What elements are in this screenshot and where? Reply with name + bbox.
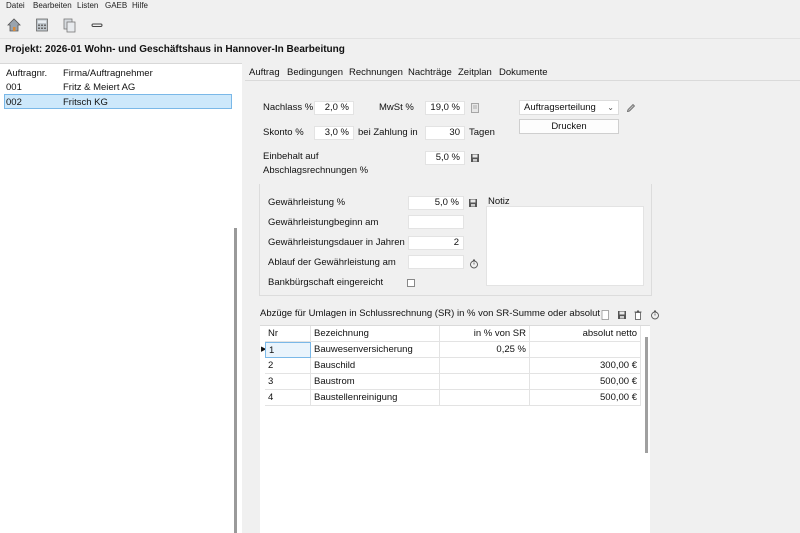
nachlass-label: Nachlass % [263, 102, 314, 113]
table-cell-nr[interactable]: 4 [265, 390, 311, 406]
zahlung-input[interactable]: 30 [425, 126, 465, 140]
drucken-button[interactable]: Drucken [519, 119, 619, 134]
tab-divider [245, 80, 800, 81]
document-icon[interactable] [470, 103, 480, 113]
mwst-input[interactable]: 19,0 % [425, 101, 465, 115]
tage-label: Tagen [469, 127, 495, 138]
warranty-group-border [259, 184, 260, 296]
table-cell-bezeichnung[interactable]: Baustellenreinigung [311, 390, 440, 406]
beginn-label: Gewährleistungbeginn am [268, 217, 379, 228]
bankbuergschaft-label: Bankbürgschaft eingereicht [268, 277, 384, 288]
ablauf-input[interactable] [408, 255, 464, 269]
menu-bearbeiten[interactable]: Bearbeiten [33, 1, 72, 10]
contractor-nr: 001 [6, 82, 22, 93]
copy-icon[interactable] [61, 17, 77, 33]
table-cell-prozent[interactable] [440, 374, 530, 390]
home-icon[interactable] [6, 17, 22, 33]
calculator-icon[interactable] [34, 17, 50, 33]
einbehalt-input[interactable]: 5,0 % [425, 151, 465, 165]
new-document-icon[interactable] [600, 310, 610, 320]
table-cell-nr[interactable]: 3 [265, 374, 311, 390]
contractor-name: Fritsch KG [63, 97, 108, 108]
contractor-list: Auftragnr. Firma/Auftragnehmer 001 Fritz… [0, 63, 242, 533]
auftrag-select[interactable]: Auftragserteilung ⌄ [519, 100, 619, 115]
table-cell-absolut[interactable]: 300,00 € [530, 358, 641, 374]
einbehalt-label-line2: Abschlagsrechnungen % [263, 165, 369, 176]
menu-hilfe[interactable]: Hilfe [132, 1, 148, 10]
table-cell-absolut[interactable] [530, 342, 641, 358]
gewaehrleistung-label: Gewährleistung % [268, 197, 346, 208]
link-icon[interactable] [89, 17, 105, 33]
skonto-input[interactable]: 3,0 % [314, 126, 354, 140]
save-icon[interactable] [468, 198, 478, 208]
table-cell-absolut[interactable]: 500,00 € [530, 374, 641, 390]
skonto-label: Skonto % [263, 127, 304, 138]
table-cell-prozent[interactable]: 0,25 % [440, 342, 530, 358]
contractor-list-header: Auftragnr. Firma/Auftragnehmer [4, 66, 232, 81]
table-scrollbar[interactable] [645, 337, 648, 453]
contractor-row[interactable]: 001 Fritz & Meiert AG [4, 80, 232, 95]
column-header-prozent[interactable]: in % von SR [440, 326, 530, 342]
delete-icon[interactable] [633, 310, 643, 320]
notiz-textarea[interactable] [486, 206, 644, 286]
column-header-absolut[interactable]: absolut netto [530, 326, 641, 342]
zahlung-label: bei Zahlung in [358, 127, 418, 138]
menu-listen[interactable]: Listen [77, 1, 98, 10]
tab-rechnungen[interactable]: Rechnungen [349, 67, 403, 78]
table-cell-prozent[interactable] [440, 390, 530, 406]
table-cell-nr[interactable]: 1 [265, 342, 311, 358]
save-icon[interactable] [617, 310, 627, 320]
menu-datei[interactable]: Datei [6, 1, 25, 10]
column-header-auftragnr[interactable]: Auftragnr. [6, 68, 47, 79]
contractor-row-selected[interactable]: 002 Fritsch KG [4, 94, 232, 109]
calculate-icon[interactable] [469, 259, 479, 269]
table-cell-nr[interactable]: 2 [265, 358, 311, 374]
menu-bar: Datei Bearbeiten Listen GAEB Hilfe [0, 0, 800, 13]
table-cell-prozent[interactable] [440, 358, 530, 374]
ablauf-label: Ablauf der Gewährleistung am [268, 257, 396, 268]
bankbuergschaft-checkbox[interactable] [407, 279, 415, 287]
column-header-nr[interactable]: Nr [265, 326, 311, 342]
auftrag-select-value: Auftragserteilung [524, 102, 596, 113]
column-header-firma[interactable]: Firma/Auftragnehmer [63, 68, 153, 79]
tab-nachtraege[interactable]: Nachträge [408, 67, 452, 78]
edit-icon[interactable] [626, 103, 636, 113]
table-cell-bezeichnung[interactable]: Bauwesenversicherung [311, 342, 440, 358]
mwst-label: MwSt % [379, 102, 414, 113]
tab-zeitplan[interactable]: Zeitplan [458, 67, 492, 78]
dauer-label: Gewährleistungsdauer in Jahren [268, 237, 405, 248]
einbehalt-label-line1: Einbehalt auf [263, 151, 319, 162]
left-scrollbar[interactable] [234, 228, 237, 533]
deductions-title: Abzüge für Umlagen in Schlussrechnung (S… [260, 308, 601, 319]
project-title: Projekt: 2026-01 Wohn- und Geschäftshaus… [5, 44, 345, 55]
gewaehrleistung-input[interactable]: 5,0 % [408, 196, 464, 210]
tab-bedingungen[interactable]: Bedingungen [287, 67, 343, 78]
tab-auftrag[interactable]: Auftrag [249, 67, 280, 78]
column-header-bezeichnung[interactable]: Bezeichnung [311, 326, 440, 342]
beginn-input[interactable] [408, 215, 464, 229]
contractor-nr: 002 [6, 97, 22, 108]
table-cell-bezeichnung[interactable]: Baustrom [311, 374, 440, 390]
save-icon[interactable] [470, 153, 480, 163]
toolbar [0, 13, 800, 39]
calculate-icon[interactable] [650, 310, 660, 320]
table-cell-absolut[interactable]: 500,00 € [530, 390, 641, 406]
table-cell-bezeichnung[interactable]: Bauschild [311, 358, 440, 374]
chevron-down-icon: ⌄ [607, 103, 614, 112]
tab-dokumente[interactable]: Dokumente [499, 67, 548, 78]
dauer-input[interactable]: 2 [408, 236, 464, 250]
contractor-name: Fritz & Meiert AG [63, 82, 136, 93]
nachlass-input[interactable]: 2,0 % [314, 101, 354, 115]
menu-gaeb[interactable]: GAEB [105, 1, 127, 10]
